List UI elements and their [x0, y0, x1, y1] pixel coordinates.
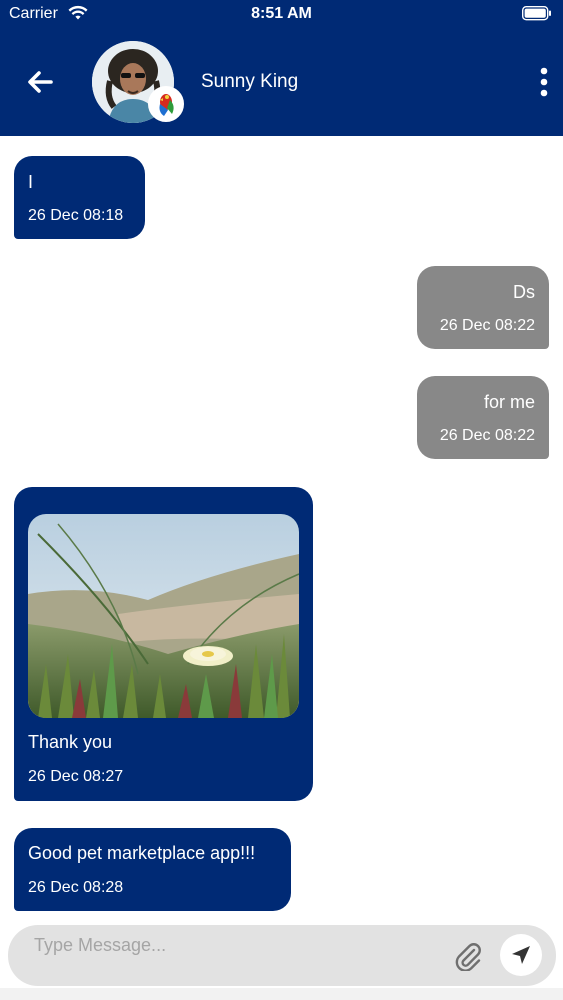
send-button[interactable] — [500, 934, 542, 976]
message-text: Good pet marketplace app!!! — [28, 843, 256, 863]
message-photo[interactable] — [28, 514, 299, 718]
message-text: for me — [483, 392, 535, 412]
message-text: Ds — [513, 282, 535, 302]
arrow-left-icon — [28, 71, 53, 93]
status-bar: Carrier 8:51 AM — [0, 0, 563, 28]
home-indicator-area — [0, 988, 563, 1000]
message-bubble-incoming[interactable]: Good pet marketplace app!!! 26 Dec 08:28 — [14, 828, 291, 911]
pet-badge-icon — [148, 86, 184, 122]
chat-header: Sunny King — [0, 28, 563, 136]
message-timestamp: 26 Dec 08:18 — [28, 207, 124, 224]
back-button[interactable] — [22, 64, 58, 100]
more-options-button[interactable] — [532, 66, 556, 98]
message-text: Thank you — [28, 732, 113, 752]
more-vertical-icon — [540, 67, 548, 97]
paperclip-icon — [455, 943, 481, 972]
send-icon — [512, 946, 530, 964]
message-timestamp: 26 Dec 08:28 — [28, 879, 124, 896]
message-timestamp: 26 Dec 08:27 — [28, 768, 124, 785]
message-timestamp: 26 Dec 08:22 — [439, 427, 535, 444]
attach-button[interactable] — [454, 941, 482, 972]
message-bubble-outgoing[interactable]: Ds 26 Dec 08:22 — [417, 266, 549, 349]
message-bubble-incoming[interactable]: I 26 Dec 08:18 — [14, 156, 145, 239]
message-composer — [8, 925, 556, 986]
message-text: I — [28, 172, 34, 192]
battery-icon — [521, 5, 552, 26]
clock: 8:51 AM — [251, 5, 312, 22]
message-input[interactable] — [34, 925, 434, 965]
message-bubble-incoming-image[interactable]: Thank you 26 Dec 08:27 — [14, 487, 313, 801]
contact-name[interactable]: Sunny King — [201, 71, 298, 93]
message-bubble-outgoing[interactable]: for me 26 Dec 08:22 — [417, 376, 549, 459]
message-timestamp: 26 Dec 08:22 — [439, 317, 535, 334]
